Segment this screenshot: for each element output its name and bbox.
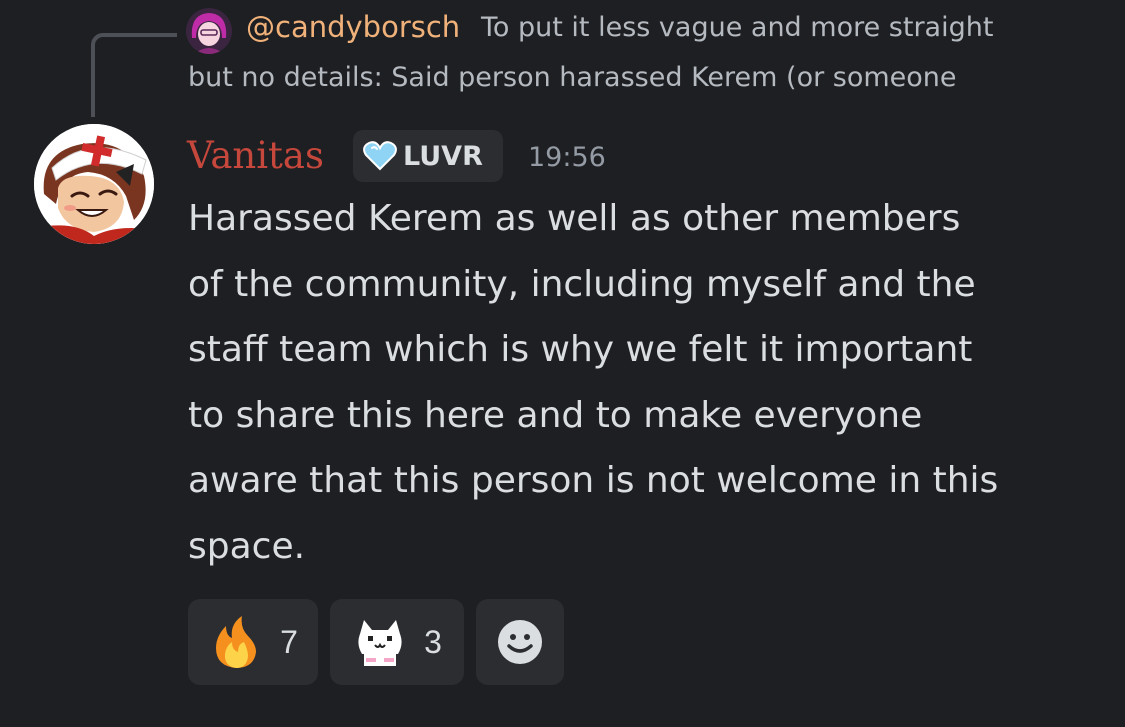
reply-user-avatar-icon	[186, 8, 232, 54]
author-name[interactable]: Vanitas	[187, 134, 324, 177]
reply-preview-text-line-2[interactable]: but no details: Said person harassed Ker…	[188, 62, 957, 93]
reply-preview-text-line-1[interactable]: To put it less vague and more straight	[481, 12, 993, 43]
reply-connector-line	[91, 33, 177, 117]
message-line: Harassed Kerem as well as other members	[188, 198, 961, 239]
message-timestamp[interactable]: 19:56	[528, 142, 606, 173]
reply-username[interactable]: @candyborsch	[246, 10, 460, 44]
message-line: of the community, including myself and t…	[188, 263, 976, 305]
user-avatar-icon	[34, 124, 154, 244]
author-avatar[interactable]	[34, 124, 154, 244]
message-content: Harassed Kerem as well as other members …	[188, 186, 1098, 579]
heart-icon	[363, 141, 397, 171]
message-line: aware that this person is not welcome in…	[188, 460, 999, 501]
message-line: space.	[188, 525, 306, 567]
role-tag-label: LUVR	[403, 140, 483, 172]
cat-emoji-icon	[352, 614, 408, 670]
message-line: staff team which is why we felt it impor…	[188, 329, 973, 370]
add-reaction-button[interactable]	[476, 599, 564, 685]
reaction-count: 3	[424, 623, 442, 660]
message-line: to share this here and to make everyone	[188, 394, 923, 436]
reaction-cat[interactable]: 3	[330, 599, 464, 685]
reaction-count: 7	[280, 623, 298, 660]
add-reaction-icon	[492, 614, 548, 670]
fire-emoji-icon	[208, 614, 264, 670]
reaction-fire[interactable]: 7	[188, 599, 318, 685]
reply-avatar[interactable]	[186, 8, 232, 54]
role-tag[interactable]: LUVR	[353, 130, 503, 182]
